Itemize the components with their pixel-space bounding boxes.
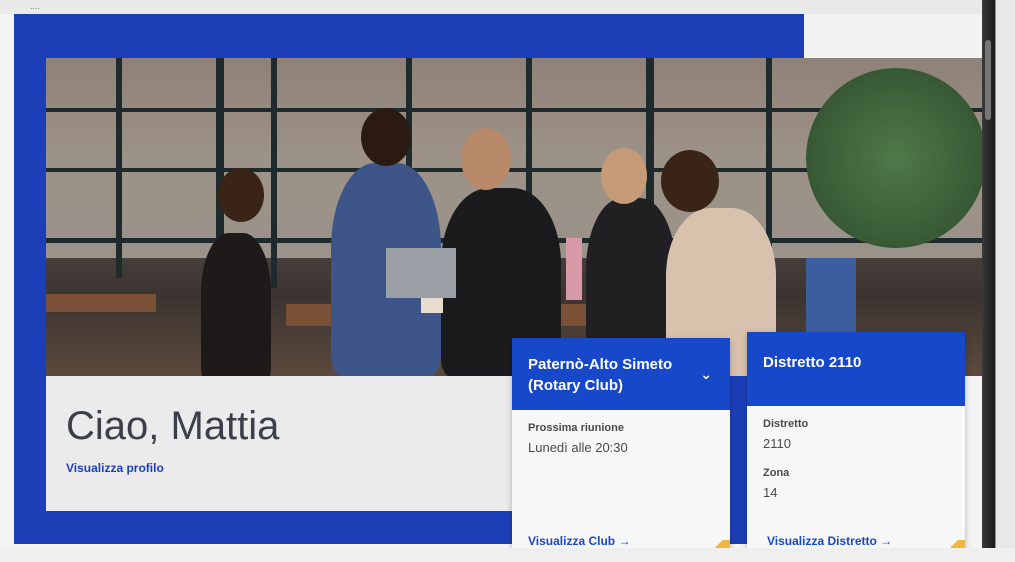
- club-card: Paternò-Alto Simeto (Rotary Club) ⌄ Pros…: [512, 338, 730, 562]
- footer-blue-band: [46, 511, 516, 544]
- zone-label: Zona: [763, 467, 790, 479]
- district-card: Distretto 2110 Distretto 2110 Zona 14 Vi…: [747, 332, 965, 562]
- next-meeting-value: Lunedì alle 20:30: [528, 440, 628, 455]
- district-card-header: Distretto 2110: [747, 332, 965, 406]
- district-label: Distretto: [763, 418, 809, 430]
- club-name: Paternò-Alto Simeto (Rotary Club): [528, 356, 673, 394]
- header-right-area: [804, 14, 982, 59]
- club-card-header[interactable]: Paternò-Alto Simeto (Rotary Club) ⌄: [512, 338, 730, 410]
- screen-bottom-strip: [0, 548, 1015, 562]
- view-district-link[interactable]: Visualizza Distretto →: [767, 534, 892, 548]
- greeting-card: Ciao, Mattia Visualizza profilo: [46, 376, 516, 511]
- view-profile-link[interactable]: Visualizza profilo: [66, 461, 164, 475]
- view-club-link[interactable]: Visualizza Club →: [528, 534, 630, 548]
- greeting-title: Ciao, Mattia: [66, 404, 280, 448]
- scrollbar[interactable]: [985, 40, 991, 120]
- next-meeting-label: Prossima riunione: [528, 422, 624, 434]
- screen-top-strip: ....: [0, 0, 1015, 14]
- zone-value: 14: [763, 485, 778, 500]
- chevron-down-icon[interactable]: ⌄: [700, 364, 712, 385]
- district-value: 2110: [763, 436, 791, 451]
- hero-image: [46, 58, 982, 376]
